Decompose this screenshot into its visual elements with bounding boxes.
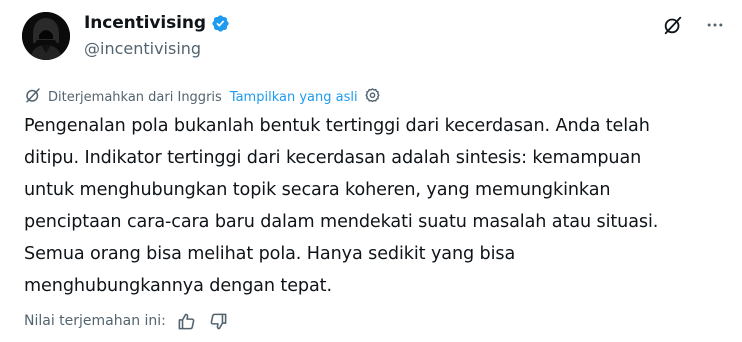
more-options-icon[interactable] [702, 12, 728, 38]
thumbs-up-icon[interactable] [176, 310, 198, 332]
show-original-link[interactable]: Tampilkan yang asli [230, 90, 358, 105]
translation-notice: Diterjemahkan dari Inggris [48, 89, 222, 105]
avatar[interactable] [22, 12, 70, 60]
tweet-text: Pengenalan pola bukanlah bentuk tertingg… [24, 116, 659, 296]
hooded-figure-icon [22, 12, 70, 60]
user-handle[interactable]: @incentivising [84, 39, 201, 58]
verified-badge-icon [211, 14, 230, 33]
rate-translation-label: Nilai terjemahan ini: [24, 313, 166, 329]
thumbs-down-icon[interactable] [208, 310, 230, 332]
display-name[interactable]: Incentivising [84, 13, 206, 33]
translate-icon [24, 86, 42, 108]
translation-settings-icon[interactable] [364, 87, 381, 108]
grok-icon[interactable] [660, 12, 686, 38]
